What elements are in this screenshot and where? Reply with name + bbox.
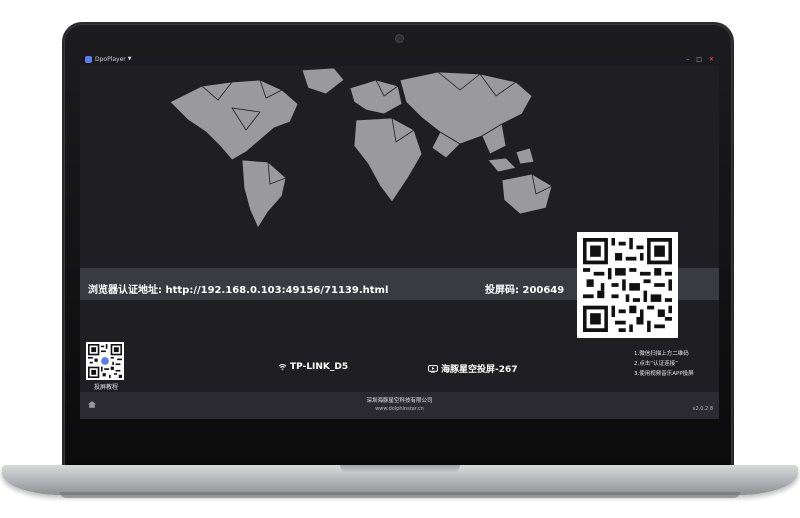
qr-code-icon xyxy=(583,238,672,332)
webcam xyxy=(395,34,404,43)
app-window: DpoPlayer ▼ – □ ✕ 浏览器认证地址: http://192.16… xyxy=(80,52,719,419)
company-name: 深圳海豚星空科技有限公司 xyxy=(366,398,433,404)
tutorial-caption: 投屏教程 xyxy=(93,384,118,391)
version-label: v2.0.2.8 xyxy=(692,406,713,412)
website-link[interactable]: www.dolphinstar.cn xyxy=(80,406,719,412)
window-controls: – □ ✕ xyxy=(686,56,714,63)
chevron-down-icon[interactable]: ▼ xyxy=(128,56,132,62)
app-logo-icon xyxy=(85,55,92,63)
wifi-status: TP-LINK_D5 xyxy=(278,362,348,372)
laptop-base-shadow xyxy=(60,492,740,498)
tutorial-qr-code[interactable] xyxy=(86,342,124,380)
step-item: 1.微信扫描上方二维码 xyxy=(634,351,689,357)
instruction-steps: 1.微信扫描上方二维码 2.点击“认证连接” 3.使用视频音乐APP投屏 xyxy=(634,349,694,379)
maximize-button[interactable]: □ xyxy=(696,56,702,63)
wifi-name: TP-LINK_D5 xyxy=(290,362,349,372)
device-status: 海豚星空投屏-267 xyxy=(428,362,518,375)
close-button[interactable]: ✕ xyxy=(709,56,714,63)
title-bar: DpoPlayer ▼ – □ ✕ xyxy=(80,52,719,66)
auth-qr-code xyxy=(577,232,678,338)
browser-auth-address: 浏览器认证地址: http://192.168.0.103:49156/7113… xyxy=(88,285,389,296)
qr-code-icon xyxy=(88,344,122,378)
world-map-illustration xyxy=(170,68,553,228)
cast-device-icon xyxy=(428,364,438,373)
laptop-opening-notch xyxy=(340,465,460,472)
step-item: 3.使用视频音乐APP投屏 xyxy=(634,371,694,377)
device-name: 海豚星空投屏-267 xyxy=(441,365,518,375)
cast-code: 投屏码: 200649 xyxy=(485,285,565,296)
minimize-button[interactable]: – xyxy=(686,56,689,63)
step-item: 2.点击“认证连接” xyxy=(634,361,678,367)
app-title: DpoPlayer xyxy=(95,55,126,63)
wifi-icon xyxy=(278,364,287,371)
